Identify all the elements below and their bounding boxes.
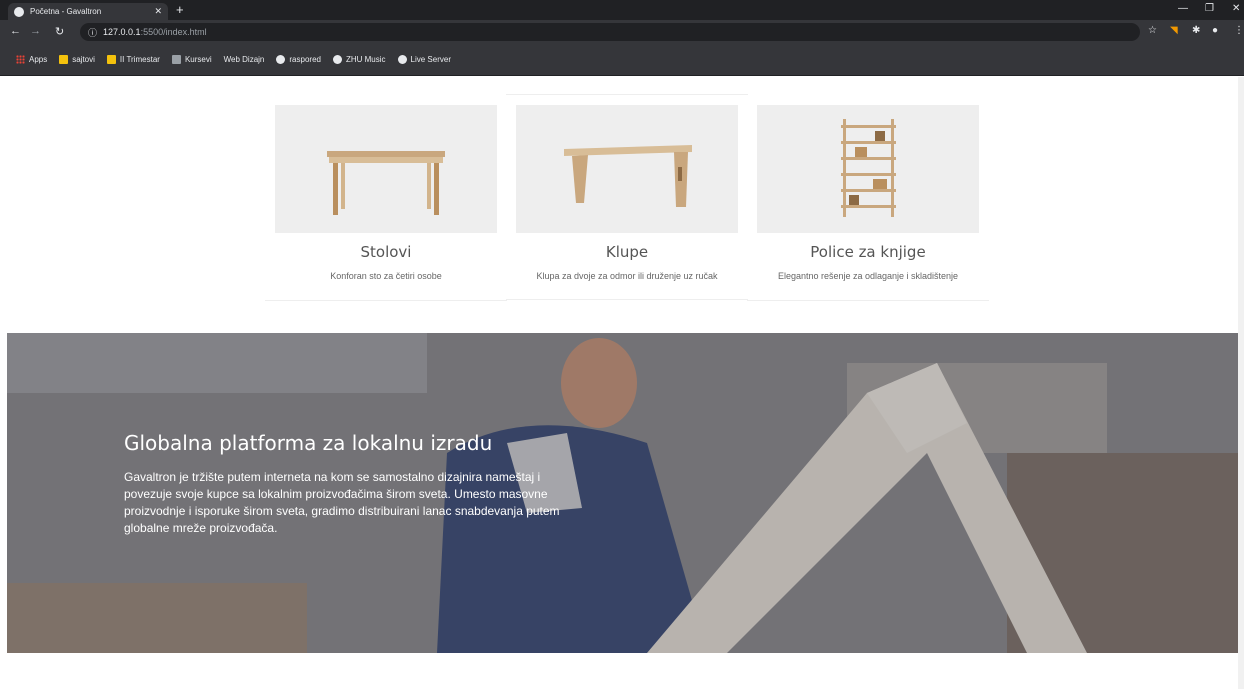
bookmark-zhu-music[interactable]: ZHU Music: [332, 55, 386, 64]
address-bar[interactable]: ⓘ 127.0.0.1 :5500/index.html: [80, 23, 1140, 41]
bench-illustration: [564, 145, 692, 207]
restore-icon[interactable]: ❐: [1205, 3, 1214, 14]
folder-icon: [106, 55, 116, 64]
apps-grid-icon: [16, 55, 25, 64]
bookmark-raspored[interactable]: raspored: [276, 55, 321, 64]
bookshelf-illustration: [841, 119, 896, 217]
reload-icon[interactable]: ↻: [55, 25, 64, 38]
rss-extension-icon[interactable]: ◥: [1170, 25, 1178, 36]
product-name: Klupe: [605, 243, 649, 261]
page-scrollbar[interactable]: [1238, 77, 1244, 689]
browser-tab-strip: Početna - Gavaltron ✕ + — ❐ ✕: [0, 0, 1244, 20]
browser-tab[interactable]: Početna - Gavaltron ✕: [8, 3, 168, 20]
browser-toolbar: ← → ↻ ⓘ 127.0.0.1 :5500/index.html ☆ ◥ ✱…: [0, 20, 1244, 44]
product-card-stolovi[interactable]: Stolovi Konforan sto za četiri osobe: [265, 95, 507, 301]
url-path: :5500/index.html: [140, 27, 207, 37]
globe-icon: [332, 55, 342, 64]
folder-icon: [59, 55, 69, 64]
product-description: Konforan sto za četiri osobe: [330, 271, 442, 281]
globe-icon: [276, 55, 286, 64]
forward-arrow-icon[interactable]: →: [30, 25, 41, 37]
tab-title: Početna - Gavaltron: [30, 7, 102, 16]
extensions-puzzle-icon[interactable]: ✱: [1192, 25, 1200, 36]
bookmark-star-icon[interactable]: ☆: [1148, 25, 1157, 36]
more-menu-icon[interactable]: ⋮: [1234, 25, 1244, 36]
bookmarks-bar: Apps sajtovi II Trimestar Kursevi Web Di…: [0, 44, 1244, 76]
product-description: Klupa za dvoje za odmor ili druženje uz …: [536, 271, 718, 281]
close-tab-icon[interactable]: ✕: [154, 6, 162, 17]
bookmark-kursevi[interactable]: Kursevi: [171, 55, 212, 64]
product-card-klupe[interactable]: Klupe Klupa za dvoje za odmor ili družen…: [506, 94, 748, 300]
back-arrow-icon[interactable]: ←: [10, 25, 21, 37]
product-name: Stolovi: [360, 243, 412, 261]
hero-banner: Globalna platforma za lokalnu izradu Gav…: [7, 333, 1243, 653]
bookmark-sajtovi[interactable]: sajtovi: [59, 55, 95, 64]
product-image-table: [275, 105, 497, 233]
globe-icon: [397, 55, 407, 64]
tab-favicon-icon: [14, 6, 24, 17]
hero-title: Globalna platforma za lokalnu izradu: [124, 431, 493, 455]
site-info-icon[interactable]: ⓘ: [88, 26, 97, 39]
hero-description: Gavaltron je tržište putem interneta na …: [124, 470, 560, 535]
minimize-icon[interactable]: —: [1178, 3, 1188, 14]
table-illustration: [327, 151, 445, 215]
bookmark-ii-trimestar[interactable]: II Trimestar: [106, 55, 160, 64]
profile-avatar-icon[interactable]: ●: [1212, 25, 1218, 36]
url-host: 127.0.0.1: [103, 27, 141, 37]
product-name: Police za knjige: [810, 243, 926, 261]
bookmark-web-dizajn[interactable]: Web Dizajn: [224, 55, 265, 64]
document-icon: [171, 55, 181, 64]
product-description: Elegantno rešenje za odlaganje i skladiš…: [777, 271, 959, 281]
bookmark-live-server[interactable]: Live Server: [397, 55, 451, 64]
product-image-bookshelf: [757, 105, 979, 233]
product-card-police[interactable]: Police za knjige Elegantno rešenje za od…: [747, 95, 989, 301]
web-page: Stolovi Konforan sto za četiri osobe Klu…: [0, 77, 1244, 689]
product-image-bench: [516, 105, 738, 233]
close-window-icon[interactable]: ✕: [1232, 3, 1240, 14]
new-tab-icon[interactable]: +: [176, 2, 184, 17]
bookmark-apps[interactable]: Apps: [16, 55, 47, 64]
